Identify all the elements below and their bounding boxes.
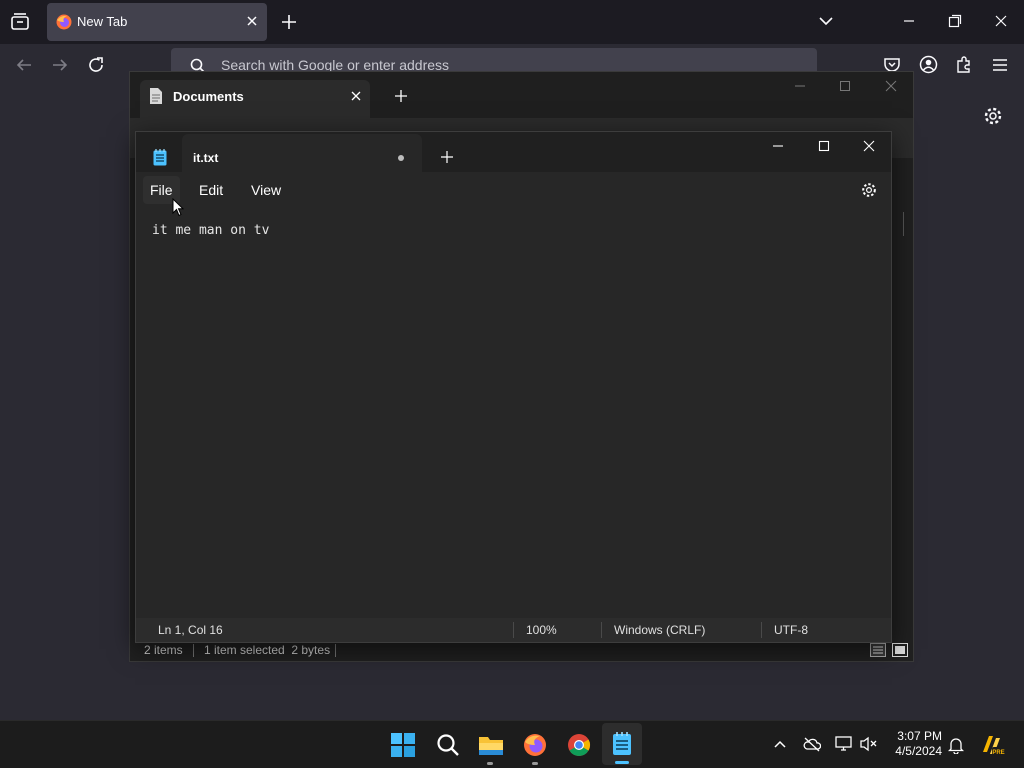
app-menu-icon[interactable]: [991, 56, 1009, 74]
menu-edit[interactable]: Edit: [192, 176, 230, 204]
tab-list-icon[interactable]: [10, 12, 30, 32]
status-divider: [513, 622, 514, 638]
network-icon[interactable]: [835, 736, 853, 752]
notepad-tab-label: it.txt: [193, 151, 219, 165]
explorer-title-bar: Documents: [130, 72, 913, 118]
maximize-icon[interactable]: [839, 80, 851, 92]
close-icon[interactable]: [863, 140, 875, 152]
status-divider: [193, 644, 194, 657]
search-icon[interactable]: [436, 733, 460, 757]
new-tab-button[interactable]: [441, 151, 453, 163]
close-tab-icon[interactable]: [350, 90, 362, 102]
notification-bell-icon[interactable]: [948, 736, 964, 754]
details-view-icon[interactable]: [870, 643, 886, 657]
notepad-app-icon: [153, 149, 167, 166]
minimize-icon[interactable]: [772, 140, 784, 152]
zoom-level[interactable]: 100%: [526, 623, 557, 637]
explorer-status-bar: 2 items 1 item selected 2 bytes: [130, 640, 913, 661]
back-arrow-icon[interactable]: [15, 56, 33, 74]
notepad-app-icon: [612, 732, 632, 756]
menu-view[interactable]: View: [244, 176, 288, 204]
chevron-up-icon[interactable]: [773, 738, 787, 750]
status-divider: [335, 644, 336, 657]
running-indicator: [532, 762, 538, 765]
settings-gear-icon[interactable]: [983, 106, 1003, 126]
copilot-pre-icon[interactable]: PRE: [980, 732, 1006, 758]
close-tab-icon[interactable]: [246, 15, 258, 27]
tiles-view-icon[interactable]: [892, 643, 908, 657]
running-indicator: [487, 762, 493, 765]
file-explorer-icon[interactable]: [478, 733, 504, 757]
notepad-taskbar-button[interactable]: [602, 723, 642, 765]
svg-text:PRE: PRE: [992, 750, 1004, 756]
browser-tab-label: New Tab: [77, 14, 128, 29]
restore-icon[interactable]: [948, 14, 962, 28]
status-divider: [601, 622, 602, 638]
scrollbar-thumb[interactable]: [903, 212, 904, 236]
firefox-icon[interactable]: [523, 733, 547, 757]
notepad-title-bar: it.txt: [136, 132, 891, 172]
new-tab-button[interactable]: [281, 14, 297, 30]
account-icon[interactable]: [919, 55, 938, 74]
extensions-icon[interactable]: [955, 55, 974, 74]
notepad-tab-it-txt[interactable]: it.txt: [182, 134, 422, 172]
list-all-tabs-icon[interactable]: [818, 15, 834, 27]
reload-icon[interactable]: [87, 56, 105, 74]
explorer-tab-documents[interactable]: Documents: [140, 80, 370, 118]
text-editor-area[interactable]: it me man on tv: [152, 223, 269, 238]
clock-time: 3:07 PM: [897, 729, 942, 743]
active-indicator: [615, 761, 629, 764]
minimize-icon[interactable]: [794, 80, 806, 92]
close-icon[interactable]: [994, 14, 1008, 28]
notepad-status-bar: Ln 1, Col 16 100% Windows (CRLF) UTF-8: [136, 618, 891, 642]
close-icon[interactable]: [885, 80, 897, 92]
document-icon: [149, 87, 163, 105]
firefox-icon: [56, 14, 72, 30]
new-tab-button[interactable]: [394, 89, 408, 103]
line-ending[interactable]: Windows (CRLF): [614, 623, 705, 637]
taskbar: 3:07 PM 4/5/2024 PRE: [0, 720, 1024, 768]
browser-tab-bar: New Tab: [0, 0, 1024, 44]
unsaved-dot-icon[interactable]: [398, 155, 404, 161]
cursor-position: Ln 1, Col 16: [158, 623, 223, 637]
selection-info: 1 item selected 2 bytes: [204, 643, 331, 657]
onedrive-offline-icon[interactable]: [803, 736, 821, 752]
notepad-window: it.txt File Edit View it me man on tv Ln…: [135, 131, 892, 643]
encoding[interactable]: UTF-8: [774, 623, 808, 637]
item-count: 2 items: [144, 643, 183, 657]
browser-tab-new-tab[interactable]: New Tab: [47, 3, 267, 41]
chrome-icon[interactable]: [567, 733, 591, 757]
clock-date: 4/5/2024: [895, 744, 942, 758]
settings-gear-icon[interactable]: [861, 182, 877, 198]
volume-muted-icon[interactable]: [860, 736, 878, 752]
status-divider: [761, 622, 762, 638]
mouse-pointer-icon: [172, 198, 184, 217]
forward-arrow-icon[interactable]: [51, 56, 69, 74]
maximize-icon[interactable]: [818, 140, 830, 152]
explorer-tab-label: Documents: [173, 89, 244, 104]
notepad-menu-bar: File Edit View: [136, 172, 891, 208]
system-clock[interactable]: 3:07 PM 4/5/2024: [895, 729, 942, 759]
minimize-icon[interactable]: [902, 14, 916, 28]
start-windows-icon[interactable]: [391, 733, 415, 757]
